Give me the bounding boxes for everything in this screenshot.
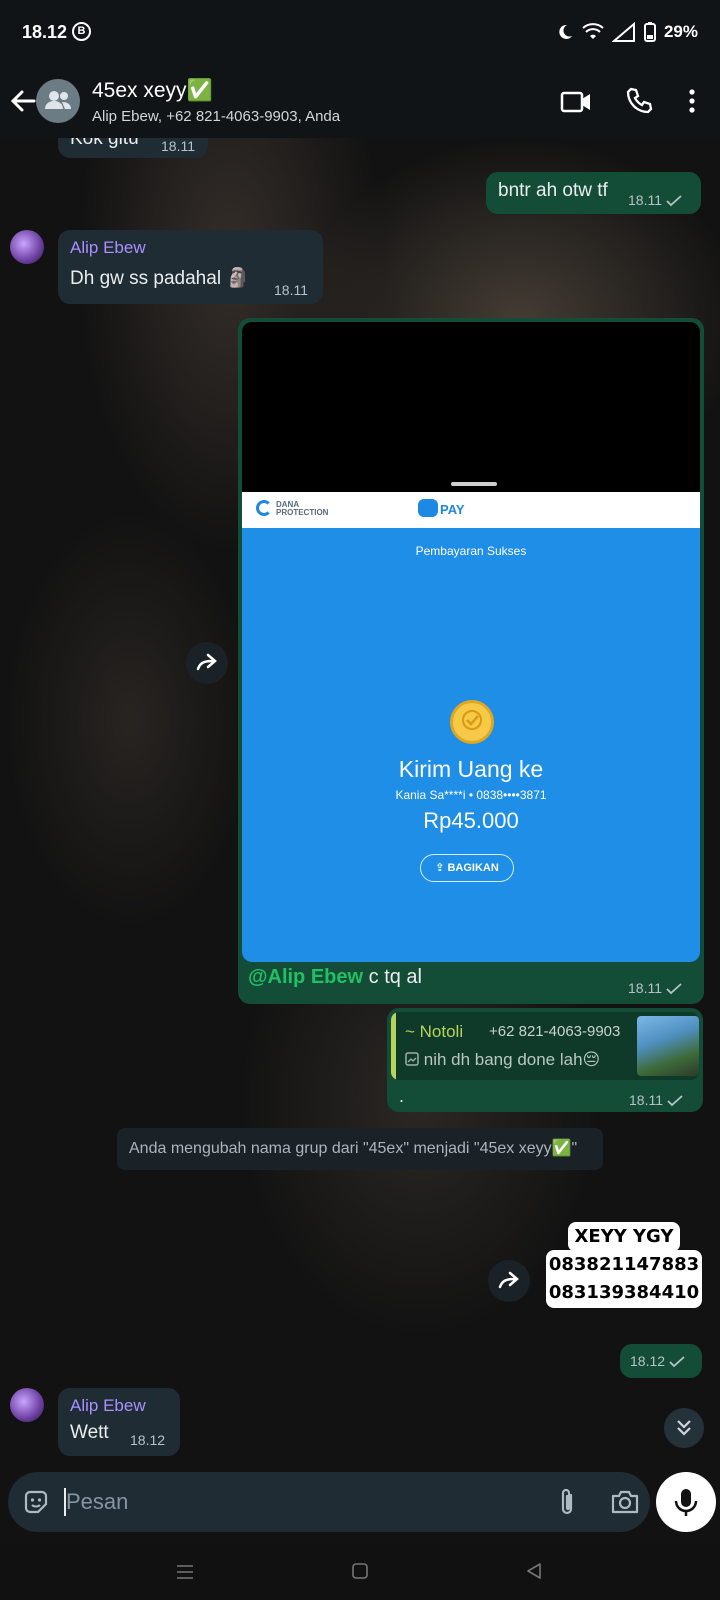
back-arrow-icon[interactable] — [8, 84, 38, 118]
status-bar: 18.12 B 29% — [0, 0, 720, 66]
share-button: ⇪ BAGIKAN — [420, 854, 514, 882]
message-time-with-check: 18.11 — [628, 980, 682, 996]
message-time: 18.12 — [630, 1353, 666, 1369]
battery-percent: 29% — [663, 22, 698, 41]
voice-record-button[interactable] — [656, 1472, 716, 1532]
forward-icon — [196, 653, 217, 671]
text-cursor — [64, 1488, 66, 1516]
message-bubble-incoming[interactable]: Alip Ebew Dh gw ss padahal 🗿 18.11 — [58, 230, 323, 304]
sticker-numbers: 083821147883 083139384410 — [546, 1250, 702, 1308]
message-bubble-outgoing[interactable]: bntr ah otw tf 18.11 — [486, 172, 701, 214]
scroll-to-bottom-button[interactable] — [664, 1408, 704, 1448]
dana-pay-icon — [418, 499, 438, 517]
message-time-with-check: 18.12 — [630, 1353, 685, 1369]
quoted-message[interactable]: ~ Notoli +62 821-4063-9903 nih dh bang d… — [391, 1012, 699, 1080]
share-icon: ⇪ — [435, 862, 448, 874]
reply-message-bubble[interactable]: ~ Notoli +62 821-4063-9903 nih dh bang d… — [387, 1008, 703, 1112]
single-check-icon — [669, 1356, 685, 1368]
single-check-icon — [667, 1095, 683, 1107]
message-time: 18.11 — [628, 192, 662, 208]
microphone-icon — [674, 1489, 698, 1516]
message-composer — [8, 1472, 650, 1532]
battery-icon — [643, 22, 656, 42]
dana-logo-line2: PROTECTION — [276, 508, 329, 517]
quoted-text: nih dh bang done lah😔 — [405, 1050, 600, 1070]
message-text: Dh gw ss padahal 🗿 — [70, 268, 250, 289]
sticker-line: 083821147883 — [548, 1254, 700, 1275]
chat-header: 45ex xeyy✅ Alip Ebew, +62 821-4063-9903,… — [0, 66, 720, 138]
message-time-with-check: 18.11 — [628, 192, 682, 208]
camera-icon[interactable] — [610, 1488, 640, 1516]
message-time: 18.11 — [629, 1092, 663, 1108]
mention-link[interactable]: @Alip Ebew — [248, 966, 363, 988]
group-icon — [45, 91, 71, 109]
status-time: 18.12 — [22, 22, 68, 42]
payment-screenshot-image[interactable]: DANA PROTECTION PAY Pembayaran Sukses Ki… — [242, 322, 700, 962]
sender-name[interactable]: Alip Ebew — [70, 238, 146, 258]
transfer-title: Kirim Uang ke — [398, 756, 544, 782]
forward-icon — [498, 1271, 519, 1289]
system-message: Anda mengubah nama grup dari "45ex" menj… — [117, 1128, 603, 1170]
system-navigation-bar — [0, 1544, 720, 1600]
message-bubble-incoming[interactable]: Alip Ebew Wett 18.12 — [58, 1388, 180, 1456]
forward-button[interactable] — [186, 642, 228, 684]
notification-badge-icon: B — [72, 22, 91, 41]
check-icon — [462, 710, 482, 730]
message-text: Wett — [70, 1422, 109, 1443]
success-coin-icon — [450, 700, 494, 744]
sticker-line: XEYY YGY — [568, 1222, 680, 1252]
sticker-line: 083139384410 — [548, 1282, 700, 1303]
status-icons: 29% — [556, 22, 698, 42]
video-call-icon[interactable] — [560, 88, 592, 116]
transfer-amount: Rp45.000 — [423, 808, 519, 833]
quoted-text-content: nih dh bang done lah😔 — [423, 1050, 601, 1069]
message-text: bntr ah otw tf — [498, 180, 608, 201]
wifi-icon — [582, 23, 604, 39]
text-sticker[interactable]: XEYY YGY 083821147883 083139384410 — [546, 1222, 702, 1308]
sender-avatar[interactable] — [10, 1388, 44, 1422]
image-caption: @Alip Ebew c tq al — [248, 966, 422, 989]
sticker-emoji-icon[interactable] — [22, 1488, 50, 1516]
message-text: . — [399, 1086, 405, 1106]
message-time: 18.11 — [628, 980, 662, 996]
image-message-bubble[interactable]: DANA PROTECTION PAY Pembayaran Sukses Ki… — [238, 318, 704, 1004]
message-input[interactable] — [62, 1482, 502, 1522]
paperclip-icon[interactable] — [556, 1486, 578, 1518]
dana-logo-icon — [256, 500, 272, 516]
payment-success-panel: Pembayaran Sukses Kirim Uang ke Kania Sa… — [242, 528, 700, 962]
sticker-time-bubble: 18.12 — [620, 1344, 702, 1378]
moon-icon — [559, 24, 572, 39]
share-label: BAGIKAN — [447, 862, 499, 874]
dana-top-bar: DANA PROTECTION PAY — [242, 492, 700, 528]
pay-label: PAY — [440, 502, 465, 517]
forward-button[interactable] — [488, 1260, 530, 1302]
group-avatar[interactable] — [36, 79, 80, 123]
single-check-icon — [666, 195, 682, 207]
quoted-sender: ~ Notoli — [405, 1022, 464, 1041]
quote-accent-bar — [391, 1012, 396, 1080]
sender-avatar[interactable] — [10, 230, 44, 264]
single-check-icon — [666, 983, 682, 995]
back-nav-icon[interactable] — [526, 1563, 542, 1579]
more-options-icon[interactable] — [680, 86, 704, 116]
recent-apps-icon[interactable] — [176, 1564, 194, 1580]
home-icon[interactable] — [352, 1563, 368, 1579]
image-icon — [405, 1052, 419, 1066]
sender-name[interactable]: Alip Ebew — [70, 1396, 146, 1416]
signal-icon — [611, 22, 635, 42]
transfer-recipient: Kania Sa****i • 0838••••3871 — [395, 788, 547, 802]
quoted-image-thumbnail — [637, 1016, 699, 1076]
payment-success-text: Pembayaran Sukses — [415, 544, 527, 558]
chat-participants[interactable]: Alip Ebew, +62 821-4063-9903, Anda — [92, 108, 340, 125]
message-time: 18.11 — [274, 282, 308, 298]
message-time: 18.12 — [130, 1432, 166, 1448]
double-chevron-down-icon — [677, 1420, 691, 1436]
quoted-phone: +62 821-4063-9903 — [489, 1023, 621, 1040]
message-time-with-check: 18.11 — [629, 1092, 683, 1108]
message-time: 18.11 — [161, 138, 195, 154]
chat-title[interactable]: 45ex xeyy✅ — [92, 79, 213, 103]
sheet-handle — [451, 482, 497, 486]
phone-call-icon[interactable] — [624, 86, 654, 116]
caption-text: c tq al — [363, 966, 422, 988]
